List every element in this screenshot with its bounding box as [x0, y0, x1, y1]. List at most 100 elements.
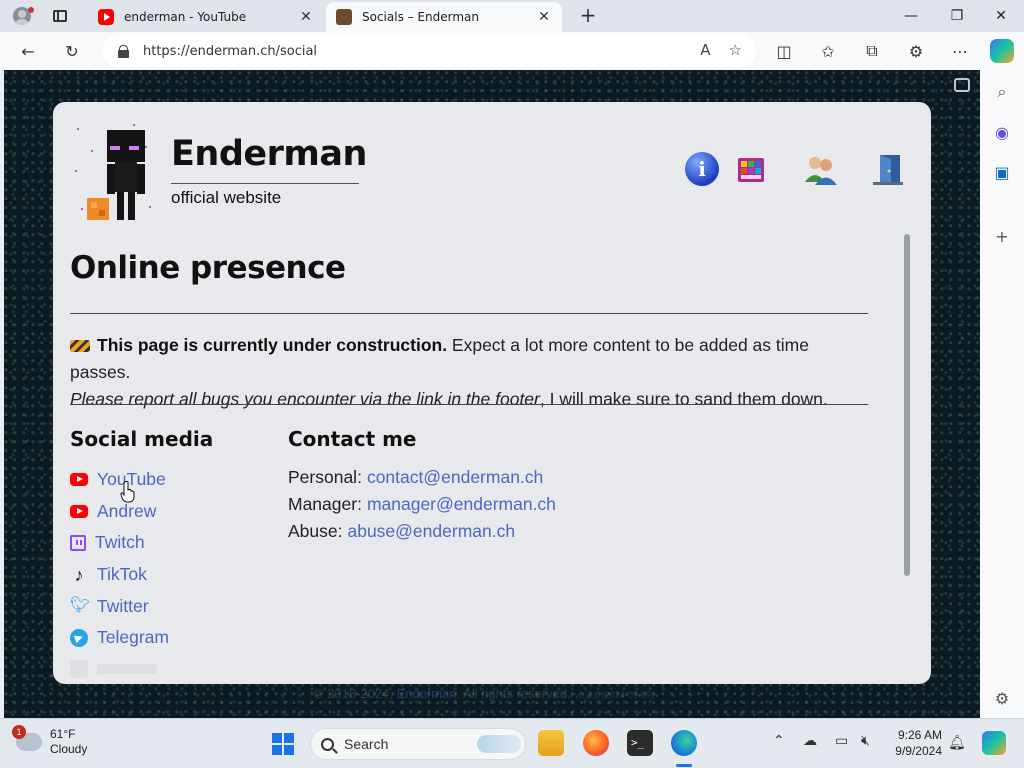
title-divider [171, 183, 359, 184]
cloud-weather-icon: 1 [12, 725, 42, 751]
weather-temperature: 61°F [50, 727, 76, 741]
taskbar-search[interactable]: Search [310, 728, 526, 760]
contact-email-link[interactable]: contact@enderman.ch [367, 467, 543, 488]
footer-version: v0.3.8 (2024-09-09) [574, 690, 654, 700]
youtube-favicon-icon [98, 9, 114, 25]
firefox-icon[interactable] [583, 730, 609, 756]
twitch-icon [70, 534, 86, 551]
tab-strip: enderman - YouTube ✕ Socials – Enderman … [0, 0, 1024, 32]
contact-row-personal: Personal: contact@enderman.ch [288, 464, 556, 491]
software-icon[interactable] [735, 152, 769, 186]
show-hidden-icons-chevron-icon[interactable]: ⌃ [773, 733, 785, 749]
browser-toolbar: ← ↻ https://enderman.ch/social A ☆ ◫ ✩ ⧉… [0, 32, 1024, 70]
social-link-label[interactable]: Andrew [97, 501, 156, 522]
address-bar[interactable]: https://enderman.ch/social A ☆ [102, 35, 756, 67]
favorites-button[interactable]: ✩ [814, 38, 842, 64]
collections-button[interactable]: ⧉ [858, 38, 886, 64]
contact-row-abuse: Abuse: abuse@enderman.ch [288, 518, 556, 545]
contact-label: Personal: [288, 467, 362, 487]
footer-copyright: © 2018-2024, [314, 686, 393, 701]
edge-sidebar: ⌕ ◉ ▣ + ⚙ [980, 70, 1024, 718]
new-tab-button[interactable]: + [576, 4, 600, 28]
copilot-taskbar-icon[interactable] [982, 731, 1006, 755]
windows-taskbar: 1 61°F Cloudy Search >_ ⌃ ☁ ▭ 🔇︎ 9:26 AM… [0, 718, 1024, 768]
sidebar-copilot-app-icon[interactable]: ◉ [990, 120, 1014, 144]
sidebar-outlook-icon[interactable]: ▣ [990, 160, 1014, 184]
social-link-label[interactable]: Telegram [97, 627, 169, 648]
weather-badge: 1 [12, 725, 26, 739]
page-corner-icon[interactable] [954, 78, 970, 92]
tiktok-icon: ♪ [74, 564, 84, 585]
weather-description: Cloudy [50, 742, 88, 756]
hand-cursor-icon [120, 481, 135, 503]
restore-button[interactable]: ❐ [934, 0, 980, 32]
tab-close-button[interactable]: ✕ [536, 9, 552, 25]
site-title[interactable]: Enderman [171, 134, 367, 174]
edge-browser-icon[interactable] [671, 730, 697, 756]
social-link-telegram[interactable]: Telegram [70, 622, 169, 654]
notice-italic-text: Please report all bugs you encounter via… [70, 389, 540, 409]
social-media-heading: Social media [70, 427, 214, 451]
people-icon[interactable] [803, 152, 837, 186]
extensions-button[interactable]: ⚙ [902, 38, 930, 64]
heading-divider [70, 313, 868, 314]
address-url: https://enderman.ch/social [143, 43, 318, 59]
back-button[interactable]: ← [14, 38, 42, 64]
social-link-twitter[interactable]: 🐦︎ Twitter [70, 590, 169, 622]
system-clock[interactable]: 9:26 AM 9/9/2024 [884, 727, 942, 759]
start-button[interactable] [272, 733, 294, 755]
notice-bold-text: This page is currently under constructio… [97, 335, 448, 355]
favorite-star-icon[interactable]: ☆ [729, 41, 742, 59]
tab-youtube[interactable]: enderman - YouTube ✕ [88, 2, 324, 32]
more-menu-button[interactable]: ⋯ [946, 38, 974, 64]
youtube-icon [70, 473, 88, 487]
contact-heading: Contact me [288, 427, 417, 451]
contact-email-link[interactable]: manager@enderman.ch [367, 494, 556, 515]
construction-barrier-icon [70, 340, 90, 352]
page-heading: Online presence [70, 250, 346, 286]
terminal-icon[interactable]: >_ [627, 730, 653, 756]
social-link-cut-off [70, 654, 169, 684]
social-link-label[interactable]: Twitter [97, 596, 149, 617]
copilot-icon[interactable] [990, 39, 1014, 63]
tab-close-button[interactable]: ✕ [298, 9, 314, 25]
contact-label: Abuse: [288, 521, 343, 541]
contact-list: Personal: contact@enderman.ch Manager: man… [288, 464, 556, 545]
tab-socials[interactable]: Socials – Enderman ✕ [326, 2, 562, 32]
telegram-icon [70, 628, 88, 647]
twitter-icon: 🐦︎ [70, 597, 91, 615]
tab-actions-button[interactable] [46, 4, 74, 28]
close-window-button[interactable]: ✕ [978, 0, 1024, 32]
read-aloud-icon[interactable]: A [700, 41, 710, 59]
social-link-twitch[interactable]: Twitch [70, 527, 169, 559]
volume-icon[interactable]: 🔇︎ [861, 733, 870, 749]
social-link-tiktok[interactable]: ♪ TikTok [70, 559, 169, 591]
search-placeholder: Search [344, 736, 389, 752]
social-link-label[interactable]: Twitch [95, 532, 145, 553]
info-icon[interactable]: i [685, 152, 719, 186]
sidebar-search-icon[interactable]: ⌕ [990, 80, 1014, 104]
split-screen-button[interactable]: ◫ [770, 38, 798, 64]
content-card: Enderman official website i Online prese… [53, 102, 931, 684]
sidebar-add-icon[interactable]: + [990, 224, 1014, 248]
social-link-label[interactable]: TikTok [97, 564, 147, 585]
clock-date: 9/9/2024 [895, 744, 942, 758]
file-explorer-icon[interactable] [538, 730, 564, 756]
enderman-logo-icon[interactable] [71, 120, 155, 220]
notification-bell-icon[interactable]: 🔔︎ [948, 735, 966, 751]
weather-widget[interactable]: 1 61°F Cloudy [12, 725, 88, 757]
network-icon[interactable]: ☁ [803, 733, 817, 749]
lock-icon [118, 44, 129, 58]
footer-link[interactable]: Enderman [397, 686, 457, 701]
exit-door-icon[interactable] [871, 152, 905, 186]
sidebar-settings-icon[interactable]: ⚙ [990, 686, 1014, 710]
cut-off-link-icon [70, 660, 88, 679]
refresh-button[interactable]: ↻ [58, 38, 86, 64]
minimize-button[interactable]: — [888, 0, 934, 32]
contact-label: Manager: [288, 494, 362, 514]
page-scrollbar[interactable] [904, 234, 910, 576]
profile-button[interactable] [8, 4, 36, 28]
contact-email-link[interactable]: abuse@enderman.ch [347, 521, 515, 542]
contact-row-manager: Manager: manager@enderman.ch [288, 491, 556, 518]
display-icon[interactable]: ▭ [835, 733, 848, 749]
